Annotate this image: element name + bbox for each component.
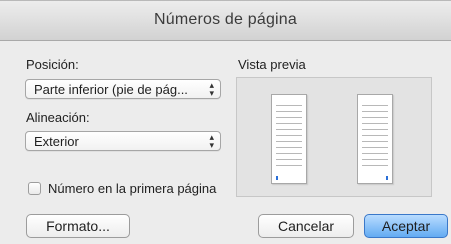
first-page-checkbox-label[interactable]: Número en la primera página (48, 181, 216, 196)
preview-right-page (357, 94, 393, 184)
preview-left-page (271, 94, 307, 184)
first-page-checkbox[interactable] (28, 182, 41, 195)
preview-label: Vista previa (238, 57, 306, 72)
alignment-label: Alineación: (26, 110, 90, 125)
page-number-marker-left (276, 176, 278, 180)
preview-area (236, 77, 432, 197)
dialog-title: Números de página (153, 11, 298, 28)
position-selected-value: Parte inferior (pie de pág... (34, 82, 188, 97)
alignment-popup[interactable]: Exterior ▴ ▾ (25, 131, 221, 151)
format-button[interactable]: Formato... (26, 214, 130, 238)
cancel-button[interactable]: Cancelar (258, 214, 354, 238)
position-popup[interactable]: Parte inferior (pie de pág... ▴ ▾ (25, 79, 221, 99)
page-number-marker-right (386, 176, 388, 180)
position-label: Posición: (26, 57, 79, 72)
page-numbers-dialog: Números de página Posición: Parte inferi… (0, 0, 451, 244)
up-down-arrows-icon: ▴ ▾ (209, 80, 214, 98)
alignment-selected-value: Exterior (34, 134, 79, 149)
up-down-arrows-icon: ▴ ▾ (209, 132, 214, 150)
title-bar[interactable]: Números de página (0, 1, 451, 41)
accept-button[interactable]: Aceptar (364, 214, 448, 238)
